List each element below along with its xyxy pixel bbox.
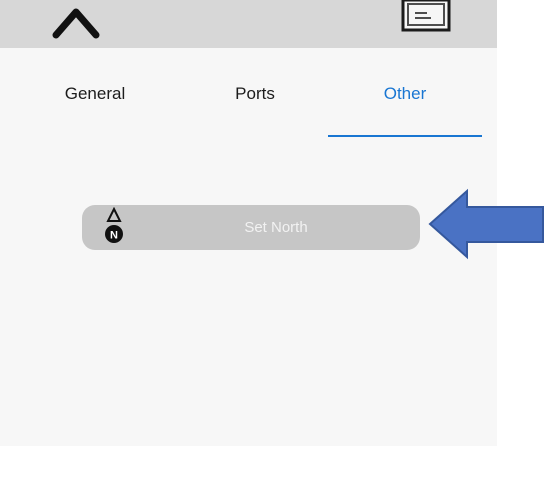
- north-compass-icon: N: [105, 207, 123, 243]
- chevron-up-icon: [52, 8, 100, 39]
- card-icon: [401, 0, 451, 32]
- tab-general[interactable]: General: [30, 48, 160, 140]
- collapse-button[interactable]: [48, 0, 104, 40]
- tab-general-label: General: [64, 84, 126, 103]
- set-north-label: Set North: [244, 219, 308, 236]
- north-letter: N: [110, 230, 118, 242]
- arrow-left-icon: [428, 188, 544, 260]
- tab-other-label: Other: [383, 84, 427, 103]
- set-north-button[interactable]: N Set North: [82, 205, 420, 250]
- card-button[interactable]: [401, 0, 451, 32]
- tab-indicator: [328, 135, 482, 137]
- top-bar: [0, 0, 497, 48]
- tab-ports-label: Ports: [235, 84, 275, 103]
- tab-ports[interactable]: Ports: [190, 48, 320, 140]
- tab-bar: General Ports Other: [0, 48, 497, 140]
- settings-panel: General Ports Other N Set North: [0, 0, 497, 446]
- tab-other[interactable]: Other: [328, 48, 482, 140]
